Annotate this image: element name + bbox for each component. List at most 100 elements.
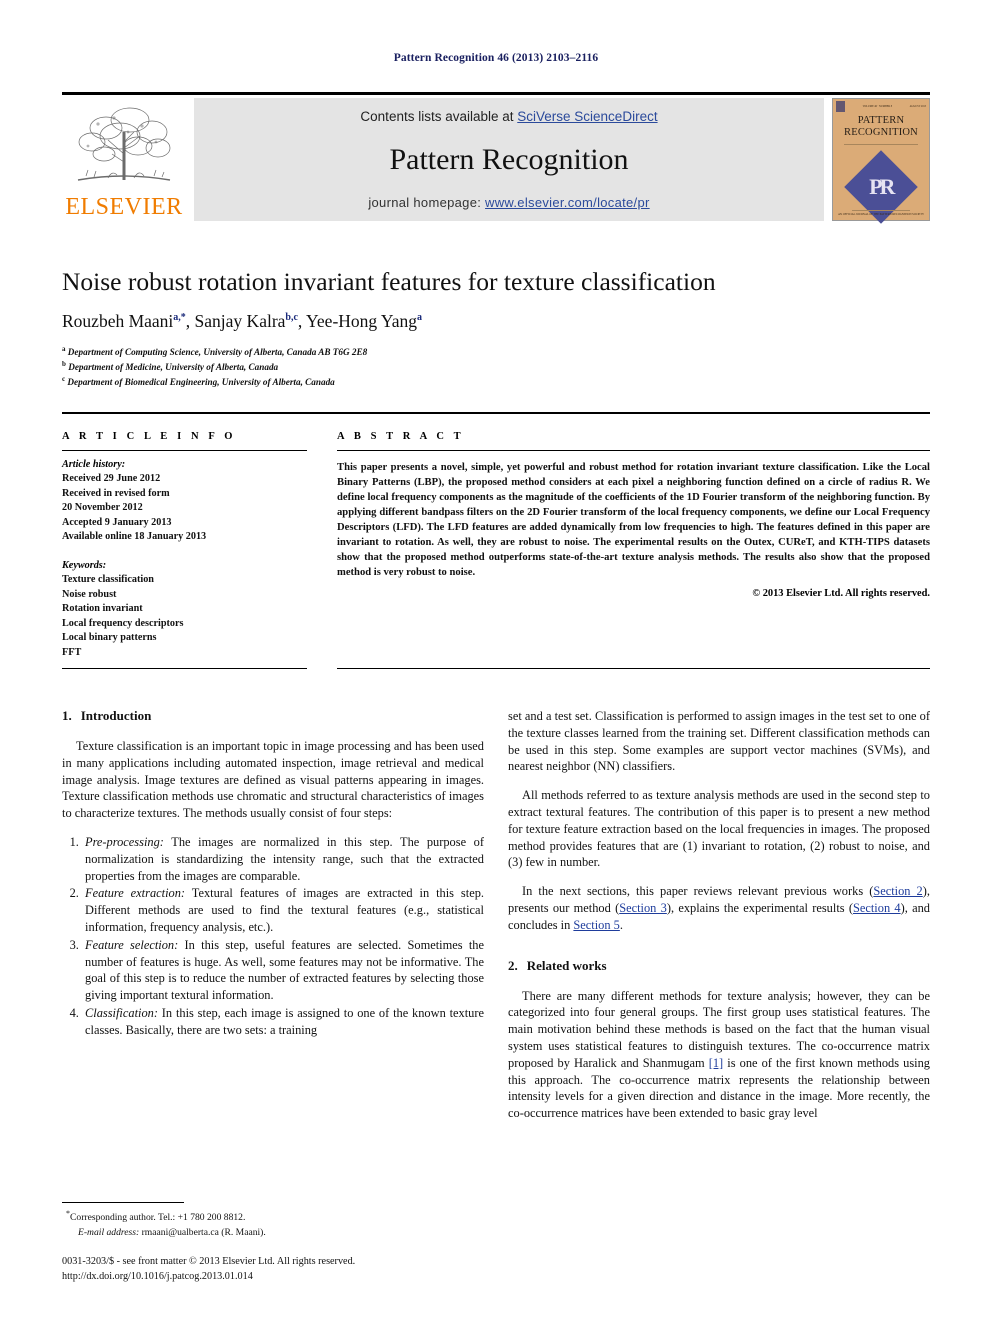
step-term-3: Feature selection:: [85, 937, 179, 952]
intro-paragraph-3: In the next sections, this paper reviews…: [508, 883, 930, 933]
keyword-5: FFT: [62, 646, 82, 658]
abstract-rule: [337, 449, 930, 451]
journal-title: Pattern Recognition: [389, 142, 629, 176]
journal-homepage-link[interactable]: www.elsevier.com/locate/pr: [485, 195, 650, 210]
author-marks-2: a: [417, 311, 423, 323]
keyword-4: Local binary patterns: [62, 632, 157, 644]
cover-title-line2: RECOGNITION: [844, 126, 918, 138]
steps-list: Pre-processing: The images are normalize…: [62, 834, 484, 1039]
history-line-2: 20 November 2012: [62, 502, 143, 514]
keywords-title: Keywords:: [62, 559, 107, 571]
link-section-4[interactable]: Section 4: [853, 901, 901, 915]
email-label: E-mail address:: [78, 1226, 140, 1238]
journal-homepage-line: journal homepage: www.elsevier.com/locat…: [368, 195, 649, 210]
article-history-block: Article history: Received 29 June 2012 R…: [62, 458, 307, 545]
intro-paragraph-2: All methods referred to as texture analy…: [508, 788, 930, 870]
cover-bottom: AN OFFICIAL JOURNAL OF THE PATTERN RECOG…: [833, 210, 929, 216]
link-section-3[interactable]: Section 3: [619, 901, 667, 915]
article-info-label: A R T I C L E I N F O: [62, 430, 237, 442]
affiliation-a: a Department of Computing Science, Unive…: [62, 344, 930, 359]
body-top-rules: [62, 668, 930, 670]
issn-line: 0031-3203/$ - see front matter © 2013 El…: [62, 1256, 356, 1268]
issn-block: 0031-3203/$ - see front matter © 2013 El…: [62, 1255, 484, 1285]
body-rule-right: [337, 668, 930, 670]
article-history-title: Article history:: [62, 458, 126, 470]
section-number-1: 1.: [62, 708, 72, 724]
journal-cover-thumbnail[interactable]: VOLUME 46 · NUMBER 8 AUGUST 2013 PATTERN…: [832, 98, 930, 224]
section-number-2: 2.: [508, 957, 518, 973]
cover-title-line1: PATTERN: [857, 115, 905, 126]
author-name-0: Rouzbeh Maani: [62, 310, 174, 331]
affiliation-c: c Department of Biomedical Engineering, …: [62, 374, 930, 389]
keywords-block: Keywords: Texture classification Noise r…: [62, 559, 307, 660]
elsevier-wordmark: ELSEVIER: [65, 194, 183, 220]
step-term-1: Pre-processing:: [85, 835, 164, 850]
sciencedirect-link[interactable]: SciVerse ScienceDirect: [517, 109, 657, 124]
affiliation-mark-a: a: [62, 344, 66, 353]
affiliation-b: b Department of Medicine, University of …: [62, 359, 930, 374]
left-column: 1. Introduction Texture classification is…: [62, 708, 484, 1134]
step-term-2: Feature extraction:: [85, 886, 186, 901]
history-line-1: Received in revised form: [62, 487, 170, 499]
continued-paragraph: set and a test set. Classification is pe…: [508, 709, 930, 774]
history-line-4: Available online 18 January 2013: [62, 531, 207, 543]
body-rule-left: [62, 668, 307, 670]
affiliation-list: a Department of Computing Science, Unive…: [62, 344, 930, 390]
cover-date-tiny: AUGUST 2013: [909, 105, 926, 108]
author-marks-1: b,c: [285, 311, 298, 323]
cover-bottom-divider: [852, 210, 910, 211]
article-info-rule: [62, 449, 307, 451]
body-columns: 1. Introduction Texture classification is…: [62, 708, 930, 1134]
step-term-4: Classification:: [85, 1006, 158, 1021]
author-marks-0: a,*: [173, 311, 186, 323]
doi-line[interactable]: http://dx.doi.org/10.1016/j.patcog.2013.…: [62, 1270, 484, 1285]
cover-title: PATTERN RECOGNITION: [844, 115, 918, 139]
citation-ref-1[interactable]: [1]: [709, 1056, 723, 1070]
link-section-5[interactable]: Section 5: [573, 918, 619, 932]
intro-paragraph-1: Texture classification is an important t…: [62, 739, 484, 821]
info-section-top-rule: [62, 411, 930, 414]
corresponding-author-text: Corresponding author. Tel.: +1 780 200 8…: [70, 1212, 246, 1224]
section-title-1: Introduction: [80, 708, 152, 724]
article-info-column: A R T I C L E I N F O Article history: R…: [62, 431, 307, 660]
journal-masthead: ELSEVIER Contents lists available at Sci…: [62, 98, 930, 224]
abstract-label: A B S T R A C T: [337, 430, 465, 442]
related-paragraph-1: There are many different methods for tex…: [508, 988, 930, 1122]
keyword-1: Noise robust: [62, 588, 117, 600]
author-name-2: Yee-Hong Yang: [306, 310, 418, 331]
keyword-3: Local frequency descriptors: [62, 617, 184, 629]
list-item: Pre-processing: The images are normalize…: [82, 834, 484, 884]
cover-top-row: VOLUME 46 · NUMBER 8 AUGUST 2013: [833, 99, 929, 112]
p3-part-c: ), explains the experimental results (: [666, 901, 853, 916]
cover-volume-tiny: VOLUME 46 · NUMBER 8: [862, 105, 893, 108]
affiliation-mark-c: c: [62, 375, 66, 384]
section-heading-related-works: 2. Related works: [508, 958, 930, 974]
right-column: set and a test set. Classification is pe…: [508, 708, 930, 1134]
p3-part-a: In the next sections, this paper reviews…: [522, 884, 874, 899]
abstract-column: A B S T R A C T This paper presents a no…: [337, 431, 930, 660]
page-title: Noise robust rotation invariant features…: [62, 267, 716, 296]
keyword-2: Rotation invariant: [62, 603, 143, 615]
affiliation-text-a: Department of Computing Science, Univers…: [67, 346, 368, 357]
elsevier-tree-icon: [77, 107, 171, 181]
email-note: E-mail address: rmaani@ualberta.ca (R. M…: [62, 1226, 484, 1240]
journal-band: Contents lists available at SciVerse Sci…: [194, 98, 824, 221]
masthead-top-rule: [62, 92, 930, 95]
homepage-prefix: journal homepage:: [368, 195, 486, 210]
history-line-3: Accepted 9 January 2013: [62, 516, 172, 528]
email-link[interactable]: rmaani@ualberta.ca (R. Maani).: [139, 1227, 266, 1238]
link-section-2[interactable]: Section 2: [873, 884, 922, 898]
list-item: Classification: In this step, each image…: [82, 1005, 484, 1039]
keyword-0: Texture classification: [62, 574, 154, 586]
elsevier-logo: ELSEVIER: [62, 98, 186, 221]
list-item: Feature selection: In this step, useful …: [82, 937, 484, 1004]
footnote-rule: [62, 1202, 184, 1204]
history-line-0: Received 29 June 2012: [62, 473, 161, 485]
info-abstract-row: A R T I C L E I N F O Article history: R…: [62, 431, 930, 660]
affiliation-text-c: Department of Biomedical Engineering, Un…: [67, 377, 335, 388]
list-item: Feature extraction: Textural features of…: [82, 885, 484, 935]
author-name-1: Sanjay Kalra: [194, 310, 286, 331]
cover-bottom-tiny: AN OFFICIAL JOURNAL OF THE PATTERN RECOG…: [838, 213, 924, 216]
title-block: Noise robust rotation invariant features…: [62, 267, 930, 390]
affiliation-text-b: Department of Medicine, University of Al…: [68, 362, 279, 373]
